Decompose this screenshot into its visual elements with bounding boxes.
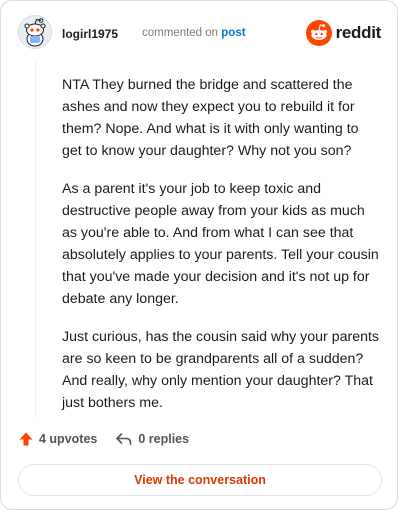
upvote-button[interactable]: 4 upvotes <box>18 431 97 447</box>
snoo-avatar-icon <box>18 15 52 49</box>
view-conversation-button[interactable]: View the conversation <box>18 464 382 496</box>
thread-line <box>35 59 36 417</box>
reddit-brand[interactable]: reddit <box>305 20 382 46</box>
reply-arrow-icon <box>116 433 132 445</box>
avatar[interactable] <box>18 15 52 49</box>
comment-paragraph: As a parent it's your job to keep toxic … <box>62 181 379 307</box>
comment-paragraph: NTA They burned the bridge and scattered… <box>62 77 359 159</box>
upvote-arrow-icon <box>19 432 33 446</box>
comment-header: logirl1975 commented on post reddit <box>18 15 381 55</box>
comment-card: logirl1975 commented on post reddit NTA … <box>0 0 398 510</box>
username[interactable]: logirl1975 <box>62 27 118 41</box>
comment-meta: commented on post <box>142 27 246 39</box>
comment-actions: 4 upvotes 0 replies <box>18 429 207 449</box>
upvote-count: 4 upvotes <box>39 432 98 446</box>
comment-paragraph: Just curious, has the cousin said why yo… <box>62 329 380 411</box>
post-link[interactable]: post <box>221 27 245 39</box>
commented-on-text: commented on <box>142 27 219 39</box>
replies-button[interactable]: 0 replies <box>115 431 189 447</box>
comment-body: NTA They burned the bridge and scattered… <box>62 74 382 430</box>
reddit-wordmark: reddit <box>335 23 382 42</box>
reply-count: 0 replies <box>138 432 190 446</box>
reddit-logo-icon <box>305 20 332 46</box>
